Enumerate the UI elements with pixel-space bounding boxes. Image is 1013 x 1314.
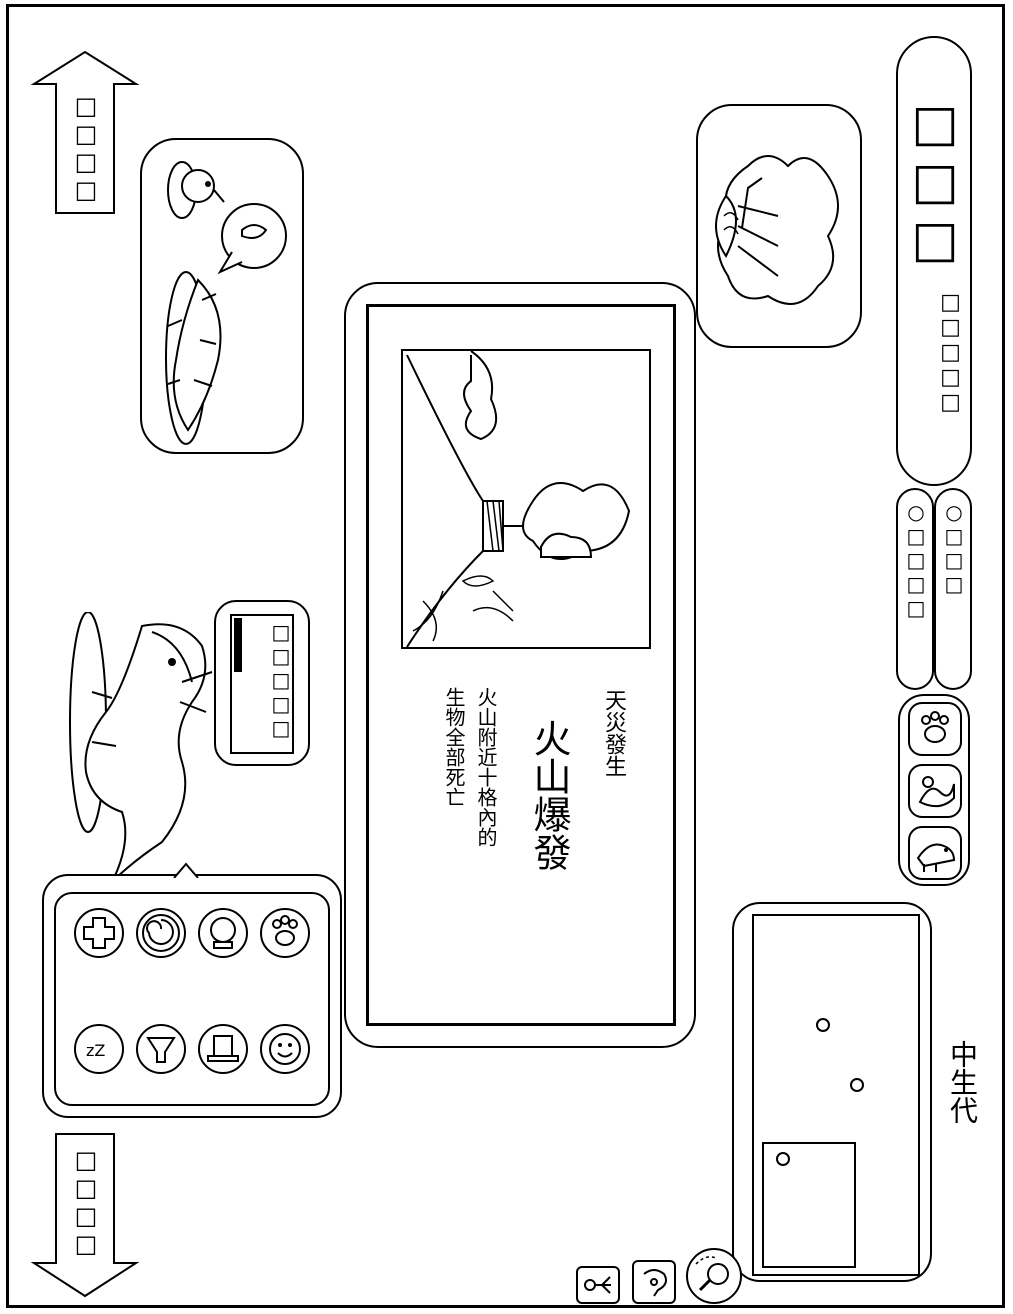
smile-icon[interactable] bbox=[260, 1024, 310, 1074]
category-strip bbox=[898, 694, 970, 886]
bird-crocodile-illustration bbox=[165, 161, 287, 445]
scroll-up-label: □□□□ bbox=[72, 92, 100, 204]
status-bar-1[interactable]: ○□□□ bbox=[934, 488, 972, 690]
map-marker[interactable] bbox=[776, 1152, 790, 1166]
person-icon[interactable] bbox=[576, 1266, 620, 1304]
right-top-panel: □□□ □□□□□ bbox=[896, 36, 972, 486]
creature-card-top[interactable] bbox=[140, 138, 304, 454]
scroll-up-button[interactable]: □□□□ bbox=[30, 48, 140, 218]
creature-icon[interactable] bbox=[908, 764, 962, 818]
panel-subtitle: □□□□□ bbox=[938, 290, 963, 415]
sleep-zzz-icon[interactable]: zZ bbox=[74, 1024, 124, 1074]
triceratops-illustration bbox=[62, 612, 222, 882]
scroll-down-button[interactable]: □□□□ bbox=[30, 1130, 140, 1300]
medical-cross-icon[interactable] bbox=[74, 908, 124, 958]
stat-bar-fill bbox=[234, 618, 242, 672]
disaster-desc-line1: 火山附近十格內的 bbox=[474, 687, 498, 847]
magnifier-icon[interactable] bbox=[686, 1248, 742, 1304]
action-menu: zZ bbox=[42, 862, 342, 1118]
creature-stats-bubble: □□□□□ bbox=[214, 600, 310, 766]
disaster-desc-line2: 生物全部死亡 bbox=[442, 687, 466, 807]
status-bar-2-label: ○□□□□ bbox=[904, 500, 928, 620]
hook-icon[interactable] bbox=[632, 1260, 676, 1304]
panel-title: □□□ bbox=[906, 94, 964, 268]
stats-label: □□□□□ bbox=[269, 620, 293, 740]
minimap-panel bbox=[732, 902, 932, 1282]
status-bar-2[interactable]: ○□□□□ bbox=[896, 488, 934, 690]
disaster-header: 天災發生 bbox=[601, 689, 626, 777]
minimap[interactable] bbox=[752, 914, 920, 1276]
map-marker[interactable] bbox=[816, 1018, 830, 1032]
volcano-illustration bbox=[401, 349, 651, 649]
svg-text:zZ: zZ bbox=[86, 1041, 105, 1060]
top-hat-icon[interactable] bbox=[198, 1024, 248, 1074]
map-viewport[interactable] bbox=[762, 1142, 856, 1268]
paw-icon[interactable] bbox=[260, 908, 310, 958]
era-label: 中生代 bbox=[946, 1040, 979, 1124]
scroll-down-label: □□□□ bbox=[72, 1146, 100, 1258]
paw-icon[interactable] bbox=[908, 702, 962, 756]
funnel-icon[interactable] bbox=[136, 1024, 186, 1074]
disaster-dialog-inner: 天災發生 火山爆發 火山附近十格內的 生物全部死亡 bbox=[366, 304, 676, 1026]
fluffy-creature-illustration bbox=[715, 155, 839, 305]
mirror-icon[interactable] bbox=[198, 908, 248, 958]
dinosaur-icon[interactable] bbox=[908, 826, 962, 880]
creature-card-right[interactable] bbox=[696, 104, 862, 348]
stats-box: □□□□□ bbox=[230, 614, 294, 754]
disaster-title: 火山爆發 bbox=[527, 719, 571, 871]
map-marker[interactable] bbox=[850, 1078, 864, 1092]
menu-pointer bbox=[173, 862, 199, 878]
status-bar-1-label: ○□□□ bbox=[942, 500, 966, 596]
disaster-dialog: 天災發生 火山爆發 火山附近十格內的 生物全部死亡 bbox=[344, 282, 696, 1048]
swirl-icon[interactable] bbox=[136, 908, 186, 958]
